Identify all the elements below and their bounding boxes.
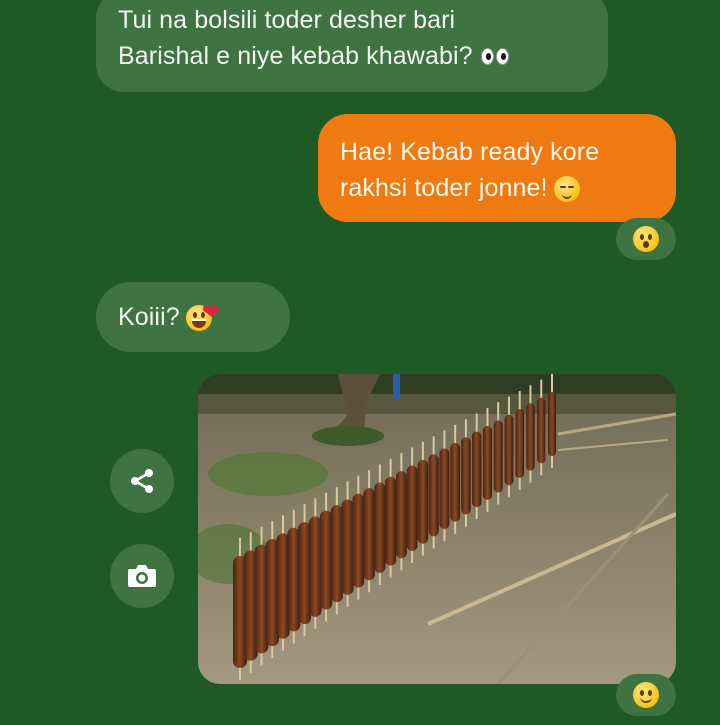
message-reaction[interactable]	[616, 218, 676, 260]
message-reaction[interactable]	[616, 674, 676, 716]
message-text-line: rakhsi toder jonne!	[340, 170, 654, 206]
share-icon	[131, 469, 153, 493]
astonished-face-icon	[633, 226, 659, 252]
eyes-icon	[480, 39, 511, 75]
camera-button[interactable]	[110, 544, 174, 608]
message-text-line: Barishal e niye kebab khawabi?	[118, 38, 586, 75]
message-bubble-incoming[interactable]: Koiii? ❤	[96, 282, 290, 352]
share-button[interactable]	[110, 449, 174, 513]
message-bubble-incoming[interactable]: Tui na bolsili toder desher bari Barisha…	[96, 0, 608, 92]
relieved-face-icon	[553, 176, 580, 203]
message-text-line: Tui na bolsili toder desher bari	[118, 6, 456, 34]
message-text-line: Hae! Kebab ready kore	[340, 138, 600, 166]
message-bubble-outgoing[interactable]: Hae! Kebab ready kore rakhsi toder jonne…	[318, 114, 676, 222]
photo-kebab-skewers-fence	[198, 374, 676, 684]
photo-message[interactable]	[198, 374, 676, 684]
grinning-face-icon: ❤	[185, 301, 220, 332]
camera-icon	[128, 565, 156, 587]
heart-icon: ❤	[201, 299, 221, 325]
message-text-line: Koiii? ❤	[118, 299, 268, 335]
smiling-face-icon	[633, 682, 659, 708]
